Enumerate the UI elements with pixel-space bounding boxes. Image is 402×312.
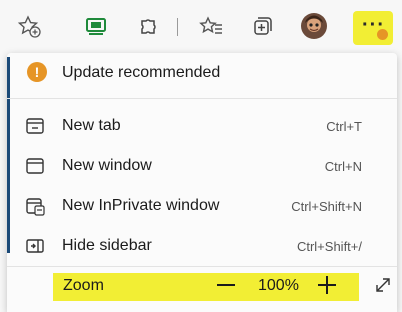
collections-icon[interactable]	[248, 13, 274, 39]
menu-item-hide-sidebar[interactable]: Hide sidebar Ctrl+Shift+/	[7, 226, 397, 266]
zoom-in-icon[interactable]	[318, 276, 336, 294]
profile-avatar[interactable]	[300, 12, 328, 40]
menu-divider	[7, 98, 397, 99]
menu-item-label: New InPrivate window	[62, 197, 220, 214]
inprivate-window-icon	[26, 198, 45, 216]
new-window-icon	[26, 158, 44, 174]
menu-item-shortcut: Ctrl+N	[324, 159, 362, 174]
menu-item-shortcut: Ctrl+Shift+/	[296, 239, 362, 254]
menu-item-new-inprivate-window[interactable]: New InPrivate window Ctrl+Shift+N	[7, 186, 397, 226]
add-favorite-icon[interactable]	[16, 13, 42, 39]
zoom-row: Zoom 100%	[7, 267, 397, 307]
toolbar-separator	[177, 18, 178, 36]
hide-sidebar-icon	[26, 239, 44, 253]
new-tab-icon	[26, 118, 44, 134]
zoom-out-icon[interactable]	[217, 284, 235, 286]
fullscreen-icon[interactable]	[373, 275, 393, 295]
browser-toolbar: ···	[0, 0, 402, 52]
menu-item-label: New window	[62, 157, 152, 174]
notification-badge	[377, 29, 388, 40]
menu-item-shortcut: Ctrl+Shift+N	[291, 199, 362, 214]
web-capture-icon[interactable]	[83, 13, 109, 39]
update-recommended-item[interactable]: ! Update recommended	[7, 53, 397, 93]
favorites-icon[interactable]	[198, 13, 224, 39]
menu-item-new-window[interactable]: New window Ctrl+N	[7, 146, 397, 186]
zoom-label: Zoom	[63, 277, 104, 294]
menu-item-label: Hide sidebar	[62, 237, 152, 254]
settings-and-more-button[interactable]: ···	[353, 11, 393, 45]
menu-item-label: New tab	[62, 117, 121, 134]
settings-menu: ! Update recommended New tab Ctrl+T New …	[7, 53, 397, 312]
update-badge-icon: !	[27, 62, 47, 82]
update-recommended-label: Update recommended	[62, 64, 221, 81]
zoom-value: 100%	[258, 277, 299, 294]
menu-item-shortcut: Ctrl+T	[326, 119, 362, 134]
extensions-icon[interactable]	[135, 13, 161, 39]
menu-item-new-tab[interactable]: New tab Ctrl+T	[7, 106, 397, 146]
